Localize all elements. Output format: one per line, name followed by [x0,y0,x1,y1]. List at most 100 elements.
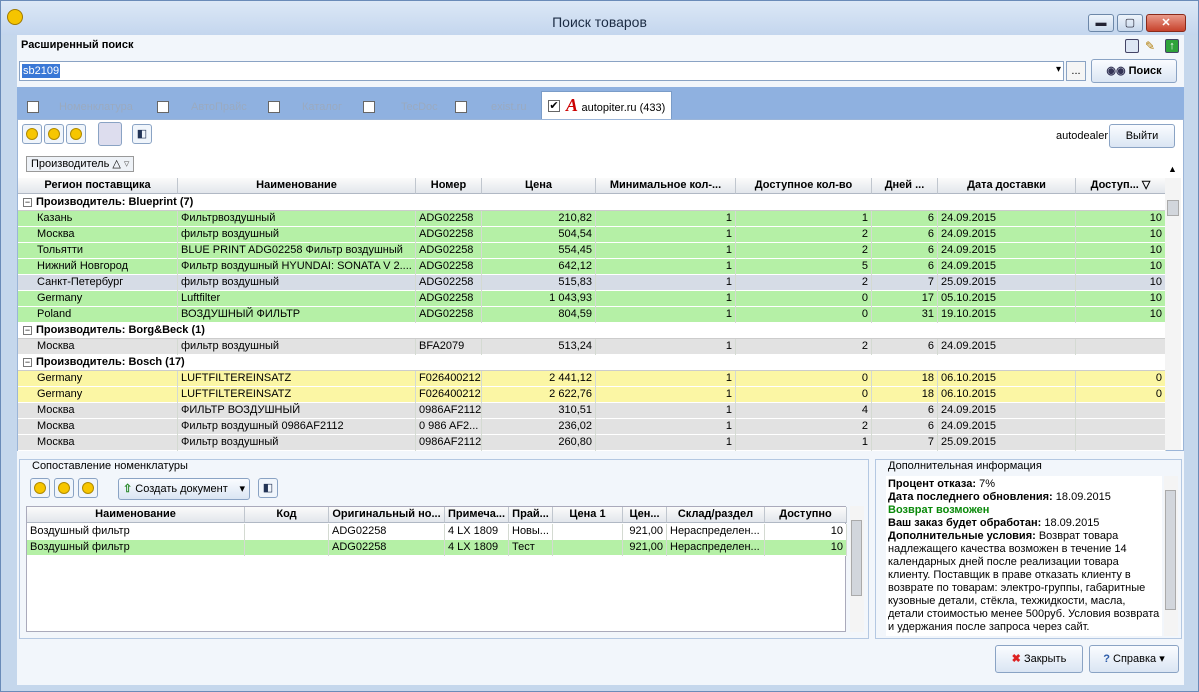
smiley-edit-icon[interactable] [54,478,74,498]
scroll-thumb[interactable] [1167,200,1179,216]
column-header[interactable]: Цена 1 [553,507,623,523]
table-row[interactable]: Germany Luftfilter ADG02258 1 043,93 1 0 17 05.… [18,291,1166,307]
table-cell: 4 LX 1809 [445,540,509,556]
table-cell: 24.09.2015 [938,259,1076,275]
table-row[interactable]: Тольятти BLUE PRINT ADG02258 Фильтр возду… [18,243,1166,259]
table-cell: 2 [736,227,872,243]
chevron-up-icon[interactable]: ▲ [1168,164,1177,174]
group-by-label: Производитель △ [31,158,121,170]
column-header[interactable]: Регион поставщика [18,178,178,194]
table-row[interactable]: Нижний Новгород Фильтр воздушный HYUNDAI:… [18,259,1166,275]
close-button[interactable]: ✖ Закрыть [995,645,1083,673]
column-header[interactable]: Доступ... ▽ [1076,178,1166,194]
column-header[interactable]: Наименование [27,507,245,523]
group-row[interactable]: − Производитель: Bosch (17) [18,355,1166,371]
create-document-button[interactable]: ⇧ Создать документ ▾ [118,478,250,500]
split-icon[interactable] [1125,39,1139,53]
table-row[interactable]: Москва Фильтр воздушный 0986AF2112 0 986 A… [18,419,1166,435]
table-row[interactable]: Poland ВОЗДУШНЫЙ ФИЛЬТР ADG02258 804,59 1 0 31… [18,307,1166,323]
tab-catalog[interactable]: Каталог [268,97,342,117]
tab-checkbox[interactable] [27,101,39,113]
table-cell: Germany [34,371,178,387]
tab-tecdoc[interactable]: TecDoc [363,97,438,117]
chevron-down-icon[interactable]: ▾ [239,479,245,499]
source-tabs: Номенклатура АвтоПрайс Каталог TecDoc ex… [17,87,1184,119]
column-header[interactable]: Цена [482,178,596,194]
tab-checkbox[interactable] [268,101,280,113]
smiley-doc-icon[interactable] [78,478,98,498]
table-cell: 24.09.2015 [938,243,1076,259]
tab-checkbox[interactable] [157,101,169,113]
table-cell: 1 [736,435,872,451]
tab-exist[interactable]: exist.ru [455,97,526,117]
smiley-doc-icon[interactable] [66,124,86,144]
maximize-button[interactable]: ▢ [1117,14,1143,32]
column-header[interactable]: Дней ... [872,178,938,194]
search-button[interactable]: ◉◉ Поиск [1091,59,1177,83]
column-header[interactable]: Дата доставки [938,178,1076,194]
table-row[interactable]: Москва фильтр воздушный ADG02258 504,54 1 2 6 2… [18,227,1166,243]
table-cell: Фильтр воздушный HYUNDAI: SONATA V 2.... [178,259,416,275]
split-view-icon[interactable]: ◧ [132,124,152,144]
close-window-button[interactable]: ✕ [1146,14,1186,32]
table-row[interactable]: Казань Фильтрвоздушный ADG02258 210,82 1 1 6 24… [18,211,1166,227]
help-icon: ? [1103,653,1110,665]
split-view-icon[interactable]: ◧ [258,478,278,498]
column-header[interactable]: Примеча... [445,507,509,523]
tab-nomenclature[interactable]: Номенклатура [27,97,133,117]
table-cell: ADG02258 [416,307,482,323]
filter-icon[interactable]: ▿ [124,158,130,170]
column-header[interactable]: Цен... [623,507,667,523]
column-header[interactable]: Доступно [765,507,847,523]
username: autodealer [1056,130,1108,142]
match-scrollbar[interactable] [850,506,864,632]
results-scrollbar[interactable]: ▲ [1165,164,1181,450]
column-header[interactable]: Прай... [509,507,553,523]
tab-autopiter[interactable]: ✔ A autopiter.ru (433) [541,91,673,119]
column-header[interactable]: Номер [416,178,482,194]
help-button[interactable]: ? Справка ▾ [1089,645,1179,673]
collapse-icon[interactable]: − [23,198,32,207]
column-header[interactable]: Оригинальный но... [329,507,445,523]
column-header[interactable]: Код [245,507,329,523]
tab-checkbox[interactable]: ✔ [548,100,560,112]
tab-autoprice[interactable]: АвтоПрайс [157,97,247,117]
smiley-edit-icon[interactable] [44,124,64,144]
group-row[interactable]: − Производитель: Borg&Beck (1) [18,323,1166,339]
info-scrollbar[interactable] [1164,476,1178,636]
scroll-thumb[interactable] [1165,490,1176,610]
tab-checkbox[interactable] [455,101,467,113]
tab-label: Каталог [302,101,342,113]
collapse-icon[interactable]: − [23,326,32,335]
column-header[interactable]: Склад/раздел [667,507,765,523]
smiley-icon[interactable] [30,478,50,498]
table-cell: фильтр воздушный [178,275,416,291]
chevron-down-icon[interactable]: ▾ [1056,64,1061,75]
search-input[interactable]: sb2109 ▾ [19,61,1064,81]
tab-checkbox[interactable] [363,101,375,113]
brush-icon[interactable]: ✎ [1145,39,1159,53]
scroll-thumb[interactable] [851,520,862,596]
table-row[interactable]: Germany LUFTFILTEREINSATZ F026400212 2 622,… [18,387,1166,403]
minimize-button[interactable]: ▬ [1088,14,1114,32]
table-row[interactable]: Воздушный фильтр ADG02258 4 LX 1809 Тест 921… [27,540,847,556]
table-cell: Москва [34,419,178,435]
table-row[interactable]: Воздушный фильтр ADG02258 4 LX 1809 Новы...… [27,524,847,540]
column-header[interactable]: Доступное кол-во [736,178,872,194]
table-row[interactable]: Москва ФИЛЬТР ВОЗДУШНЫЙ 0986AF2112 310,51 1 4… [18,403,1166,419]
table-row[interactable]: Москва Фильтр воздушный 0986AF2112 260,80 1 1… [18,435,1166,451]
export-icon[interactable] [98,122,122,146]
smiley-icon[interactable] [22,124,42,144]
group-by-chip[interactable]: Производитель △ ▿ [26,156,135,172]
table-row[interactable]: Москва фильтр воздушный BFA2079 513,24 1 2 6 24… [18,339,1166,355]
column-header[interactable]: Минимальное кол-... [596,178,736,194]
group-row[interactable]: − Производитель: Blueprint (7) [18,195,1166,211]
collapse-icon[interactable]: − [23,358,32,367]
table-row[interactable]: Санкт-Петербург фильтр воздушный ADG02258 5… [18,275,1166,291]
up-arrow-icon[interactable]: ↑ [1165,39,1179,53]
chevron-down-icon[interactable]: ▾ [1159,653,1165,665]
more-button[interactable]: ... [1066,61,1086,81]
column-header[interactable]: Наименование [178,178,416,194]
table-row[interactable]: Germany LUFTFILTEREINSATZ F026400212 2 441,… [18,371,1166,387]
logout-button[interactable]: Выйти [1109,124,1175,148]
